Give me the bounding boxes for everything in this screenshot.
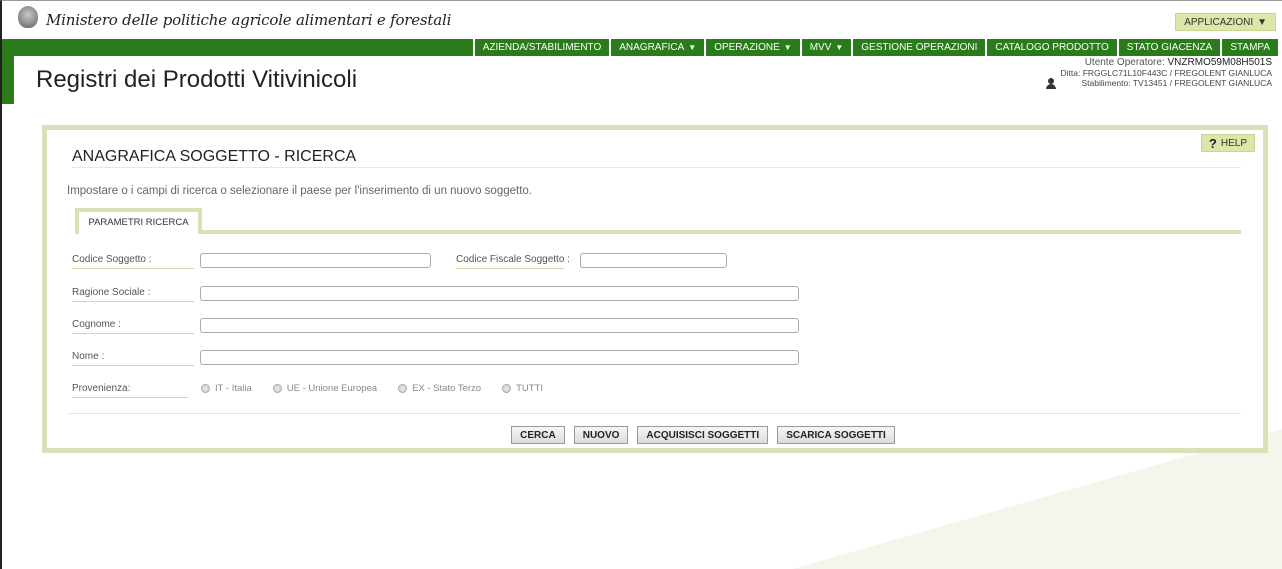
- menu-item-stato-giacenza[interactable]: STATO GIACENZA: [1116, 39, 1221, 56]
- ragione-sociale-input[interactable]: [200, 286, 799, 301]
- user-icon: [1046, 78, 1056, 89]
- republic-emblem-icon: [18, 6, 38, 28]
- operator-prefix: Utente Operatore:: [1084, 57, 1165, 68]
- app-title: Registri dei Prodotti Vitivinicoli: [36, 66, 358, 93]
- stabilimento-info: Stabilimento: TV13451 / FREGOLENT GIANLU…: [1081, 78, 1272, 88]
- codice-soggetto-input[interactable]: [200, 253, 431, 268]
- radio-tutti[interactable]: TUTTI: [502, 383, 543, 394]
- cerca-button[interactable]: CERCA: [511, 426, 565, 444]
- provenienza-label: Provenienza:: [72, 383, 188, 398]
- menu-item-azienda-stabilimento[interactable]: AZIENDA/STABILIMENTO: [472, 39, 610, 56]
- radio-ex-stato-terzo[interactable]: EX - Stato Terzo: [398, 383, 481, 394]
- scarica-soggetti-button[interactable]: SCARICA SOGGETTI: [777, 426, 895, 444]
- help-button[interactable]: ? HELP: [1200, 134, 1255, 152]
- action-buttons: CERCA NUOVO ACQUISISCI SOGGETTI SCARICA …: [47, 426, 1263, 444]
- instructions-text: Impostare o i campi di ricerca o selezio…: [67, 185, 532, 197]
- ragione-sociale-label: Ragione Sociale :: [72, 287, 194, 302]
- codice-fiscale-input[interactable]: [580, 253, 727, 268]
- nome-label: Nome :: [72, 351, 194, 366]
- actions-divider: [69, 413, 1241, 414]
- radio-button-icon: [201, 384, 210, 393]
- panel-title: ANAGRAFICA SOGGETTO - RICERCA: [72, 148, 357, 165]
- cognome-input[interactable]: [200, 318, 799, 333]
- title-divider: [72, 167, 1241, 168]
- tab-underline: [202, 230, 1241, 234]
- radio-button-icon: [272, 384, 282, 393]
- menu-item-gestione-operazioni[interactable]: GESTIONE OPERAZIONI: [851, 39, 985, 56]
- applications-label: APPLICAZIONI: [1184, 16, 1254, 28]
- acquisisci-soggetti-button[interactable]: ACQUISISCI SOGGETTI: [637, 426, 769, 444]
- menu-item-catalogo-prodotto[interactable]: CATALOGO PRODOTTO: [985, 39, 1116, 56]
- cognome-label: Cognome :: [72, 319, 194, 334]
- caret-down-icon: ▼: [835, 43, 844, 52]
- radio-ue-unione-europea[interactable]: UE - Unione Europea: [272, 383, 377, 394]
- menu-item-stampa[interactable]: STAMPA: [1220, 39, 1282, 56]
- title-accent-bar: [2, 56, 14, 104]
- search-panel: ? HELP ANAGRAFICA SOGGETTO - RICERCA Imp…: [42, 125, 1268, 453]
- codice-fiscale-label: Codice Fiscale Soggetto :: [456, 254, 570, 269]
- radio-button-icon: [398, 384, 408, 393]
- ministry-name: Ministero delle politiche agricole alime…: [46, 11, 452, 29]
- menu-item-mvv[interactable]: MVV ▼: [799, 39, 852, 56]
- provenienza-radio-group: IT - Italia UE - Unione Europea EX - Sta…: [201, 383, 543, 394]
- ditta-info: Ditta: FRGGLC71L10F443C / FREGOLENT GIAN…: [1060, 68, 1272, 78]
- caret-down-icon: ▼: [688, 43, 697, 52]
- menu-item-anagrafica[interactable]: ANAGRAFICA ▼: [609, 39, 704, 56]
- help-label: HELP: [1220, 137, 1247, 149]
- nome-input[interactable]: [200, 350, 799, 365]
- menu-item-operazione[interactable]: OPERAZIONE ▼: [704, 39, 800, 56]
- tab-parametri-ricerca[interactable]: PARAMETRI RICERCA: [75, 208, 202, 234]
- nuovo-button[interactable]: NUOVO: [573, 426, 629, 444]
- codice-soggetto-label: Codice Soggetto :: [72, 254, 194, 269]
- main-menu: AZIENDA/STABILIMENTO ANAGRAFICA ▼ OPERAZI…: [2, 39, 1282, 56]
- user-info: Utente Operatore: VNZRMO59M08H501S Ditta…: [1060, 57, 1272, 89]
- caret-down-icon: ▼: [1257, 16, 1267, 28]
- operator-code: VNZRMO59M08H501S: [1167, 57, 1272, 68]
- caret-down-icon: ▼: [783, 43, 792, 52]
- radio-it-italia[interactable]: IT - Italia: [201, 383, 252, 394]
- applications-button[interactable]: APPLICAZIONI ▼: [1175, 13, 1276, 31]
- help-icon: ?: [1208, 135, 1217, 151]
- top-header: Ministero delle politiche agricole alime…: [2, 1, 1282, 39]
- radio-button-icon: [502, 384, 512, 393]
